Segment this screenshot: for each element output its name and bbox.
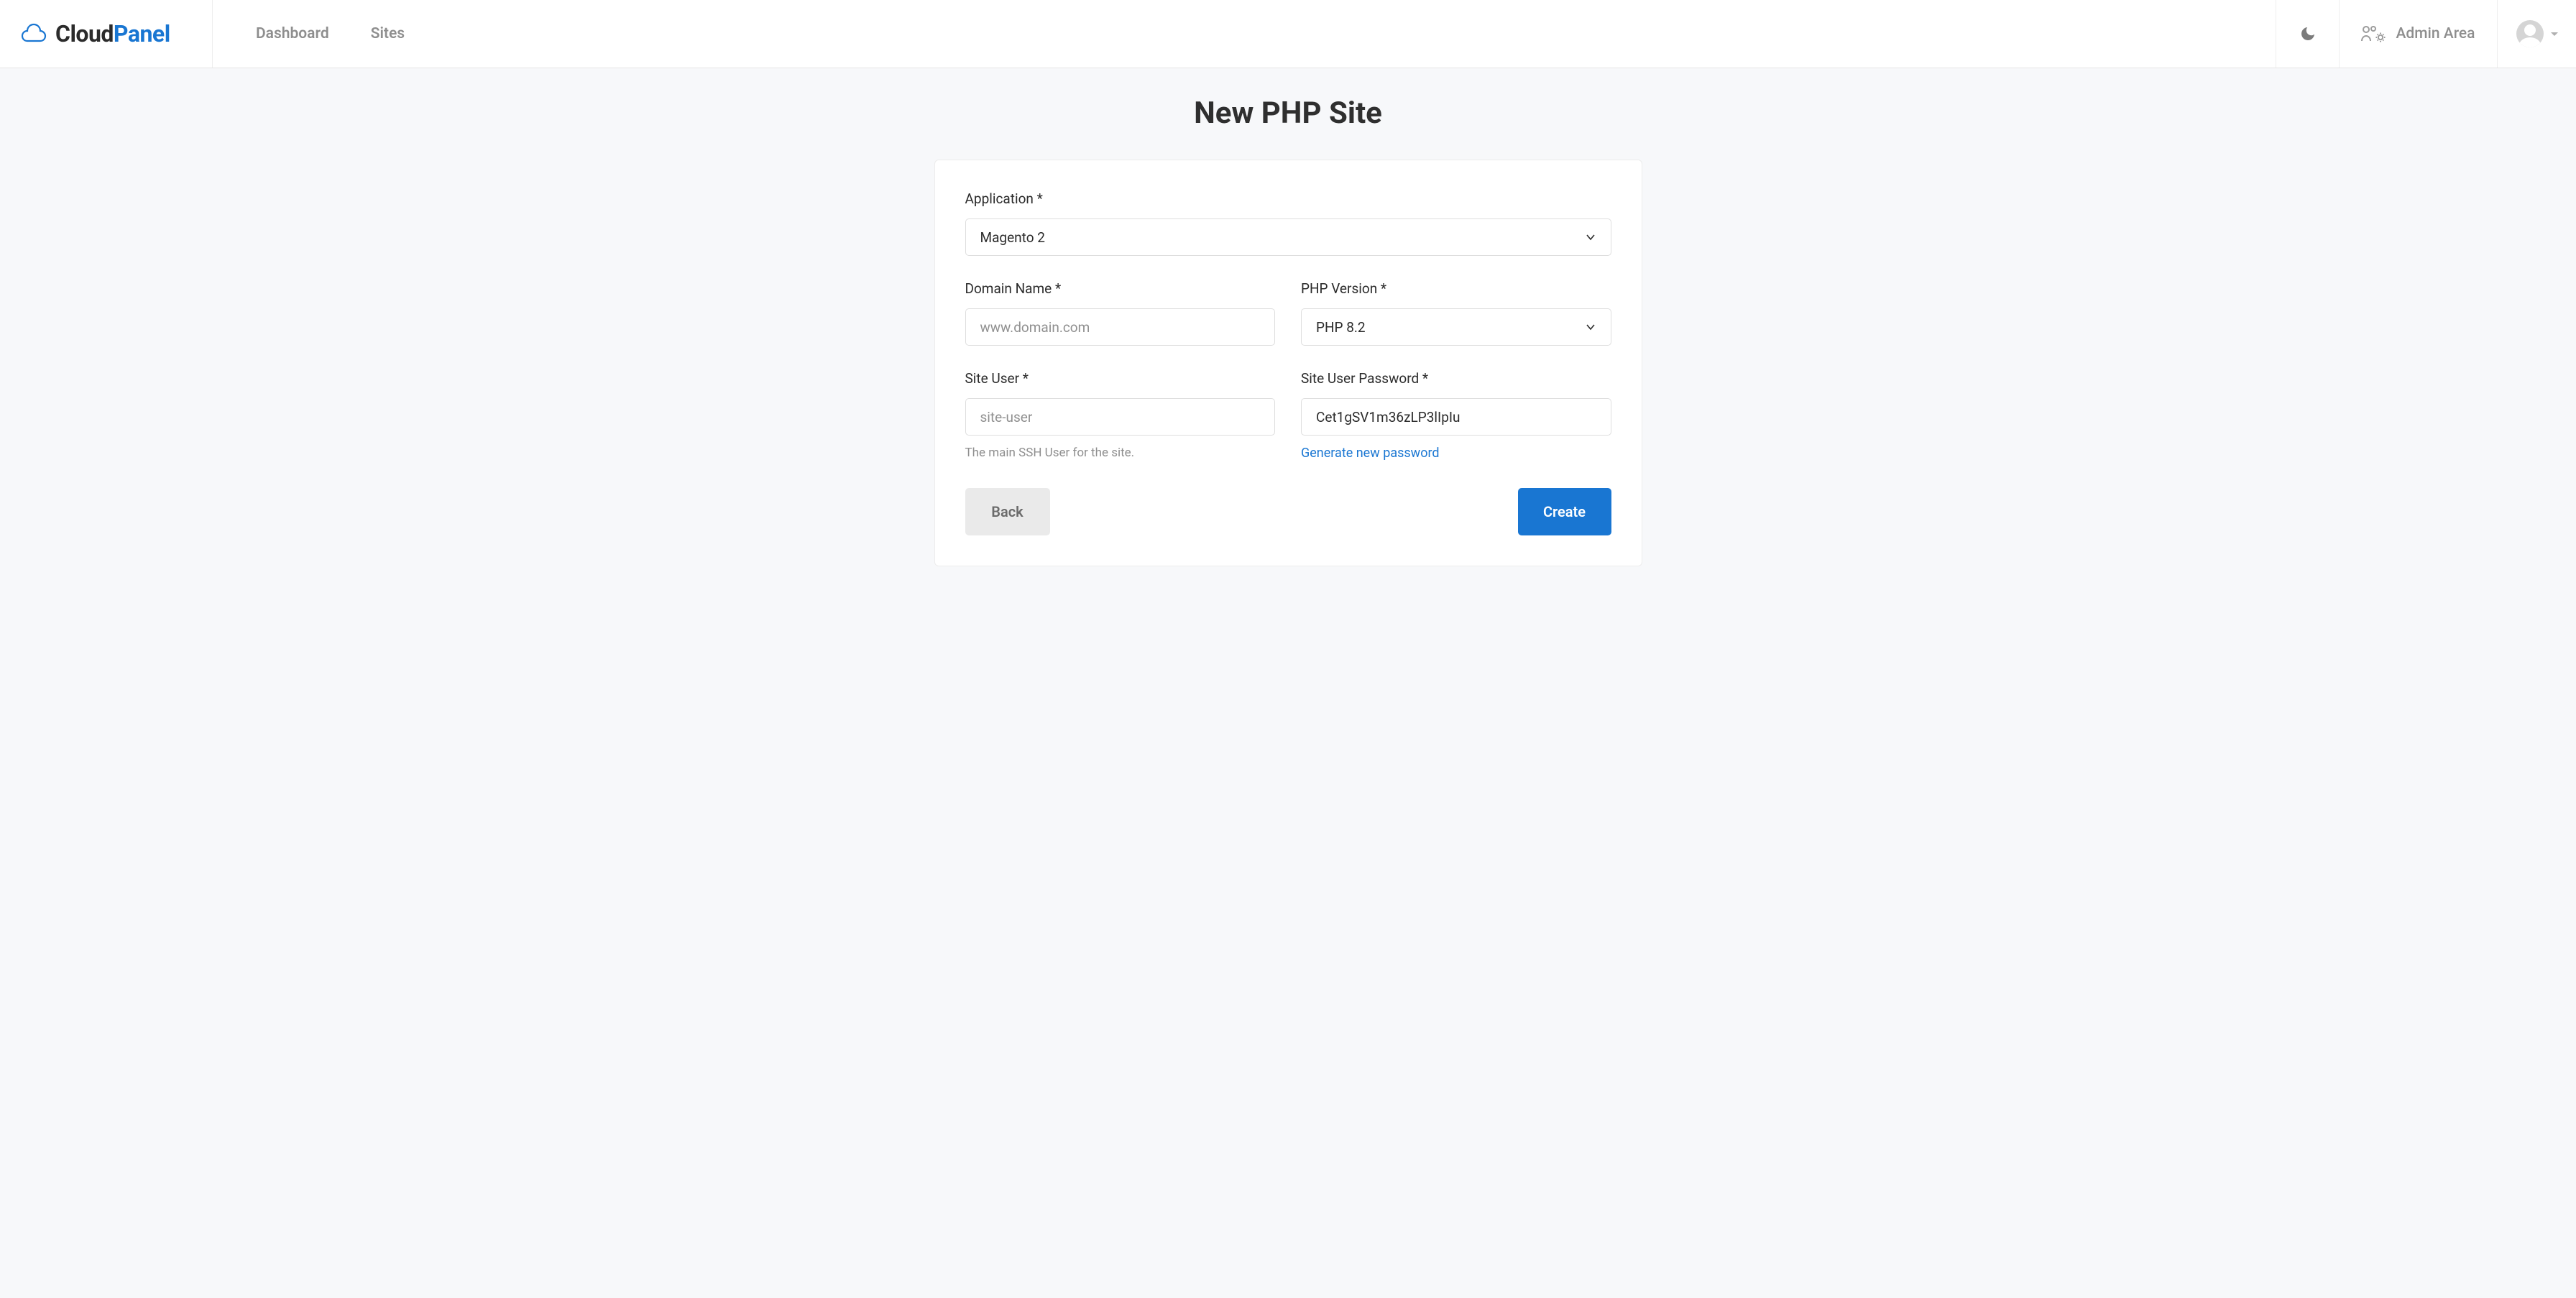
page-title: New PHP Site	[0, 96, 2576, 131]
user-menu[interactable]	[2497, 0, 2576, 68]
users-gear-icon	[2361, 25, 2386, 42]
application-label: Application *	[965, 190, 1611, 207]
domain-label: Domain Name *	[965, 280, 1276, 297]
chevron-down-icon	[1585, 321, 1596, 333]
moon-icon	[2299, 25, 2317, 42]
field-site-user: Site User * The main SSH User for the si…	[965, 370, 1276, 460]
field-application: Application * Magento 2	[965, 190, 1611, 256]
site-user-password-input[interactable]	[1301, 398, 1611, 436]
admin-area-link[interactable]: Admin Area	[2339, 0, 2497, 68]
site-user-label: Site User *	[965, 370, 1276, 387]
nav-sites[interactable]: Sites	[371, 25, 405, 42]
site-user-help: The main SSH User for the site.	[965, 446, 1276, 460]
admin-area-label: Admin Area	[2396, 25, 2475, 42]
logo-text-cloud: Cloud	[55, 20, 114, 47]
field-site-user-password: Site User Password * Generate new passwo…	[1301, 370, 1611, 461]
application-select[interactable]: Magento 2	[965, 218, 1611, 256]
topbar: CloudPanel Dashboard Sites Admin Area	[0, 0, 2576, 68]
topbar-right: Admin Area	[2276, 0, 2576, 68]
php-version-value: PHP 8.2	[1316, 319, 1366, 336]
chevron-down-icon	[2551, 32, 2558, 36]
logo-link[interactable]: CloudPanel	[21, 20, 170, 47]
chevron-down-icon	[1585, 231, 1596, 243]
field-php-version: PHP Version * PHP 8.2	[1301, 280, 1611, 346]
avatar	[2516, 20, 2544, 47]
php-version-label: PHP Version *	[1301, 280, 1611, 297]
site-user-input[interactable]	[965, 398, 1276, 436]
create-button[interactable]: Create	[1518, 488, 1611, 535]
site-user-password-label: Site User Password *	[1301, 370, 1611, 387]
domain-input[interactable]	[965, 308, 1276, 346]
back-button[interactable]: Back	[965, 488, 1050, 535]
cloud-icon	[21, 23, 47, 45]
form-card: Application * Magento 2 Domain Name * PH…	[934, 160, 1642, 566]
field-domain: Domain Name *	[965, 280, 1276, 346]
nav-dashboard[interactable]: Dashboard	[256, 25, 329, 42]
application-value: Magento 2	[980, 229, 1045, 246]
dark-mode-toggle[interactable]	[2276, 0, 2339, 68]
logo-text-panel: Panel	[114, 20, 170, 47]
main-nav: Dashboard Sites	[213, 0, 2276, 68]
php-version-select[interactable]: PHP 8.2	[1301, 308, 1611, 346]
form-actions: Back Create	[965, 488, 1611, 535]
logo-text: CloudPanel	[55, 20, 170, 47]
logo-wrap: CloudPanel	[0, 0, 213, 68]
generate-password-link[interactable]: Generate new password	[1301, 446, 1440, 461]
